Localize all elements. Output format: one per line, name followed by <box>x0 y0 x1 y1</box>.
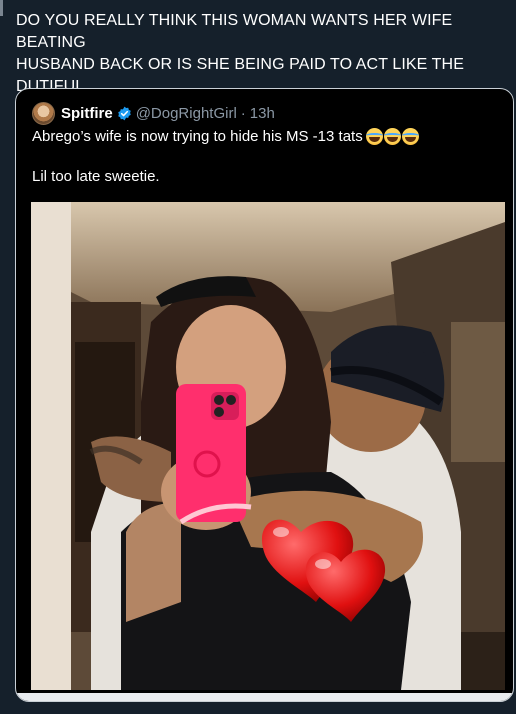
thread-edge <box>0 0 3 16</box>
quoted-text-main: Abrego’s wife is now trying to hide his … <box>32 128 363 145</box>
quoted-post-photo[interactable] <box>31 202 505 690</box>
tears-of-joy-emoji-icon <box>365 128 383 145</box>
avatar[interactable] <box>32 101 55 125</box>
quoted-post-text-line2: Lil too late sweetie. <box>32 168 160 185</box>
tears-of-joy-emoji-icon <box>383 128 401 145</box>
couple-selfie-illustration <box>31 202 505 690</box>
separator-dot: · <box>240 104 246 122</box>
verified-badge-icon <box>117 106 131 120</box>
tears-of-joy-emoji-icon <box>401 128 419 145</box>
quoted-post-card[interactable]: Spitfire @DogRightGirl · 13h Abrego’s wi… <box>15 88 514 702</box>
quoted-author-name[interactable]: Spitfire <box>61 105 113 122</box>
quoted-author-handle[interactable]: @DogRightGirl <box>136 105 237 122</box>
quoted-post-header: Spitfire @DogRightGirl · 13h <box>32 101 275 125</box>
quoted-post-time[interactable]: 13h <box>250 105 275 122</box>
quoted-post-text-line1: Abrego’s wife is now trying to hide his … <box>32 128 419 145</box>
emoji-row <box>365 128 419 145</box>
